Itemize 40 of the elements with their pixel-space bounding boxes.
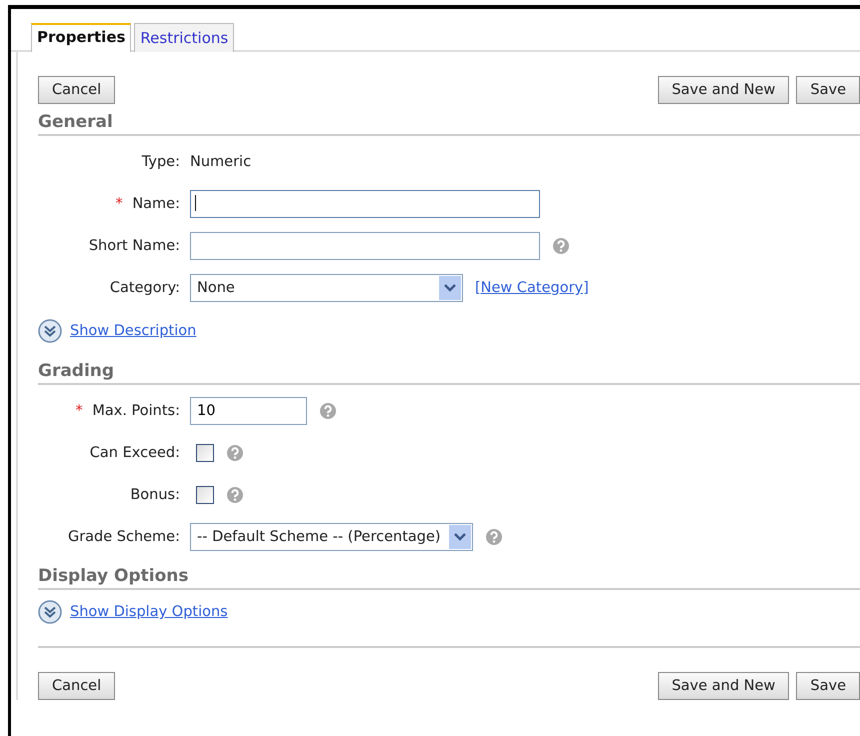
field-label: Name: — [132, 196, 180, 212]
expand-link[interactable]: Show Display Options — [70, 604, 228, 620]
text-cursor-icon — [195, 195, 196, 211]
field-label: Grade Scheme: — [68, 529, 180, 545]
section-heading: Grading — [38, 361, 860, 385]
field-label: Can Exceed: — [90, 445, 180, 461]
help-icon[interactable] — [552, 237, 570, 255]
required-asterisk: * — [115, 196, 123, 212]
required-asterisk: * — [76, 403, 83, 419]
double-chevron-icon[interactable] — [38, 319, 62, 343]
checkbox[interactable] — [196, 486, 214, 504]
action-button[interactable]: Cancel — [38, 672, 116, 700]
field-label: Bonus: — [130, 487, 180, 503]
section-heading: General — [38, 112, 860, 136]
action-button[interactable]: Save and New — [658, 76, 790, 104]
new-category-link[interactable]: [New Category] — [475, 280, 589, 296]
action-button[interactable]: Save — [796, 76, 860, 104]
help-icon[interactable] — [484, 528, 503, 546]
action-button[interactable]: Save — [796, 672, 860, 700]
section-heading: Display Options — [38, 566, 860, 590]
expand-link[interactable]: Show Description — [70, 323, 196, 339]
checkbox[interactable] — [196, 444, 214, 462]
help-icon[interactable] — [226, 486, 244, 504]
action-button[interactable]: Save and New — [658, 672, 790, 700]
tab[interactable]: Restrictions — [134, 23, 234, 52]
field-label: Category: — [110, 280, 180, 296]
tab[interactable]: Properties — [31, 23, 132, 52]
dropdown[interactable]: -- Default Scheme -- (Percentage) — [190, 523, 473, 551]
action-button[interactable]: Cancel — [38, 76, 116, 104]
help-icon[interactable] — [226, 444, 244, 462]
field-value: Numeric — [190, 154, 252, 170]
double-chevron-icon[interactable] — [38, 600, 62, 624]
text-input[interactable] — [190, 190, 540, 218]
text-input[interactable]: 10 — [190, 397, 307, 425]
field-label: Max. Points: — [92, 403, 180, 419]
dropdown[interactable]: None — [190, 274, 463, 302]
field-label: Type: — [142, 154, 180, 170]
field-label: Short Name: — [88, 238, 180, 254]
help-icon[interactable] — [319, 402, 337, 420]
text-input[interactable] — [190, 232, 540, 260]
